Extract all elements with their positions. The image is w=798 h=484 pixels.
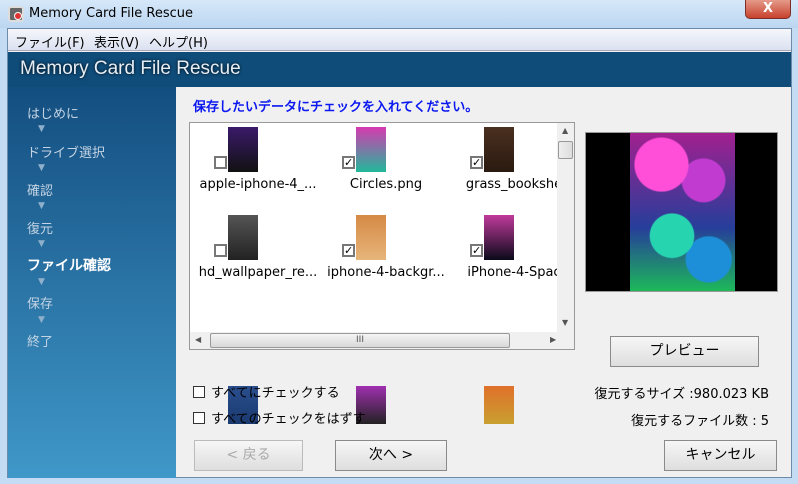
file-name: iphone-4-backgr... bbox=[327, 265, 445, 280]
file-item[interactable]: hd_wallpaper_re... bbox=[194, 213, 322, 303]
menu-bar: ファイル(F) 表示(V) ヘルプ(H) bbox=[8, 29, 791, 51]
scroll-right-icon[interactable]: ▶ bbox=[550, 335, 556, 344]
checkbox-icon[interactable] bbox=[193, 412, 205, 424]
file-name: hd_wallpaper_re... bbox=[198, 265, 318, 280]
check-all-checkbox[interactable]: すべてにチェックする bbox=[193, 382, 340, 401]
vertical-scrollbar[interactable]: ▲ ▼ bbox=[557, 123, 574, 332]
next-button[interactable]: 次へ > bbox=[335, 440, 447, 471]
client-area: ファイル(F) 表示(V) ヘルプ(H) Memory Card File Re… bbox=[7, 28, 792, 478]
file-item[interactable]: ✓ Circles.png bbox=[322, 125, 450, 215]
window-title: Memory Card File Rescue bbox=[29, 6, 194, 21]
file-list[interactable]: ✓ iPhone-4-Spac ✓ iphone-4-backgr... hd_wall… bbox=[189, 122, 575, 424]
file-name: apple-iphone-4_... bbox=[199, 177, 317, 192]
preview-image bbox=[630, 133, 735, 291]
checkbox-icon[interactable] bbox=[193, 386, 205, 398]
step-arrow-icon: ▼ bbox=[38, 163, 45, 173]
step-arrow-icon: ▼ bbox=[38, 277, 45, 287]
file-checkbox[interactable]: ✓ bbox=[470, 244, 483, 257]
file-checkbox[interactable]: ✓ bbox=[342, 244, 355, 257]
step-confirm: 確認 bbox=[27, 184, 54, 199]
app-header: Memory Card File Rescue bbox=[8, 52, 791, 87]
title-bar: Memory Card File Rescue X bbox=[0, 0, 798, 28]
file-thumbnail bbox=[356, 215, 386, 260]
file-item[interactable]: ✓ iphone-4-backgr... bbox=[322, 213, 450, 303]
file-checkbox[interactable]: ✓ bbox=[342, 156, 355, 169]
step-intro: はじめに bbox=[27, 107, 80, 122]
uncheck-all-label: すべてのチェックをはずす bbox=[211, 412, 366, 427]
file-thumbnail bbox=[228, 215, 258, 260]
step-arrow-icon: ▼ bbox=[38, 201, 45, 211]
menu-file[interactable]: ファイル(F) bbox=[15, 32, 85, 51]
close-button[interactable]: X bbox=[745, 0, 791, 19]
file-thumbnail bbox=[356, 127, 386, 172]
step-finish: 終了 bbox=[27, 335, 54, 350]
preview-pane bbox=[585, 132, 778, 292]
menu-view[interactable]: 表示(V) bbox=[94, 32, 139, 51]
uncheck-all-checkbox[interactable]: すべてのチェックをはずす bbox=[193, 408, 366, 427]
step-drive-select: ドライブ選択 bbox=[27, 146, 106, 161]
check-all-label: すべてにチェックする bbox=[211, 386, 340, 401]
file-item[interactable]: apple-iphone-4_... bbox=[194, 125, 322, 215]
horizontal-scrollbar[interactable]: ◀ III ▶ bbox=[190, 332, 574, 349]
file-thumbnail bbox=[484, 215, 514, 260]
app-icon bbox=[8, 6, 24, 22]
step-arrow-icon: ▼ bbox=[38, 124, 45, 134]
back-button[interactable]: < 戻る bbox=[194, 440, 303, 471]
file-checkbox[interactable] bbox=[214, 156, 227, 169]
cancel-button[interactable]: キャンセル bbox=[664, 440, 777, 471]
scroll-left-icon[interactable]: ◀ bbox=[195, 335, 201, 344]
step-sidebar: はじめに ▼ ドライブ選択 ▼ 確認 ▼ 復元 ▼ ファイル確認 ▼ 保存 ▼ … bbox=[8, 87, 176, 478]
file-thumbnail bbox=[484, 127, 514, 172]
step-arrow-icon: ▼ bbox=[38, 315, 45, 325]
horizontal-scroll-thumb[interactable]: III bbox=[210, 333, 510, 348]
step-file-check: ファイル確認 bbox=[27, 258, 111, 274]
file-thumbnail bbox=[228, 127, 258, 172]
file-checkbox[interactable]: ✓ bbox=[470, 156, 483, 169]
instruction-text: 保存したいデータにチェックを入れてください。 bbox=[193, 100, 479, 115]
step-restore: 復元 bbox=[27, 222, 54, 237]
preview-button[interactable]: プレビュー bbox=[610, 336, 759, 367]
file-checkbox[interactable] bbox=[214, 244, 227, 257]
vertical-scroll-thumb[interactable] bbox=[558, 141, 573, 159]
scroll-up-icon[interactable]: ▲ bbox=[562, 126, 568, 135]
file-thumbnail bbox=[484, 386, 514, 424]
file-name: Circles.png bbox=[349, 177, 423, 192]
step-arrow-icon: ▼ bbox=[38, 239, 45, 249]
step-save: 保存 bbox=[27, 297, 54, 312]
restore-size: 復元するサイズ :980.023 KB bbox=[594, 387, 769, 402]
menu-help[interactable]: ヘルプ(H) bbox=[149, 32, 208, 51]
restore-file-count: 復元するファイル数 : 5 bbox=[631, 414, 769, 429]
scroll-down-icon[interactable]: ▼ bbox=[562, 318, 568, 327]
